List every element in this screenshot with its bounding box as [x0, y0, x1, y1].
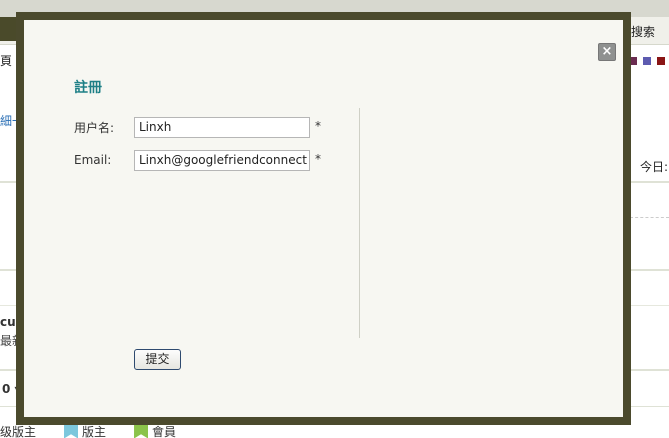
user-group-legend: 级版主 版主 會員 [0, 423, 204, 438]
column-divider [359, 108, 360, 338]
required-mark: * [315, 119, 321, 133]
style-swatch-blue[interactable] [643, 57, 651, 65]
email-input[interactable]: Linxh@googlefriendconnect [134, 150, 310, 171]
required-mark: * [315, 152, 321, 166]
style-swatch-red[interactable] [657, 57, 665, 65]
home-link[interactable]: 頁 [0, 52, 12, 69]
legend-super-moderator: 级版主 [0, 423, 36, 438]
username-label: 用户名: [74, 121, 115, 135]
legend-label: 會員 [152, 425, 177, 438]
close-icon[interactable]: × [598, 43, 616, 61]
legend-moderator: 版主 [64, 423, 106, 438]
username-input[interactable]: Linxh [134, 117, 310, 138]
style-swatches [629, 57, 665, 65]
search-link[interactable]: 搜索 [631, 23, 655, 40]
moderator-badge-icon [64, 424, 79, 438]
dashed-separator [630, 217, 669, 218]
email-label: Email: [74, 153, 112, 167]
submit-button[interactable]: 提交 [134, 349, 181, 370]
today-stat: 今日: [640, 160, 669, 174]
dialog-title: 註冊 [74, 80, 102, 96]
legend-label: 版主 [82, 425, 107, 438]
register-dialog: × 註冊 用户名: Linxh * Email: Linxh@googlefri… [16, 12, 631, 425]
legend-label: 级版主 [0, 425, 37, 438]
legend-member: 會員 [134, 423, 176, 438]
member-badge-icon [134, 424, 149, 438]
